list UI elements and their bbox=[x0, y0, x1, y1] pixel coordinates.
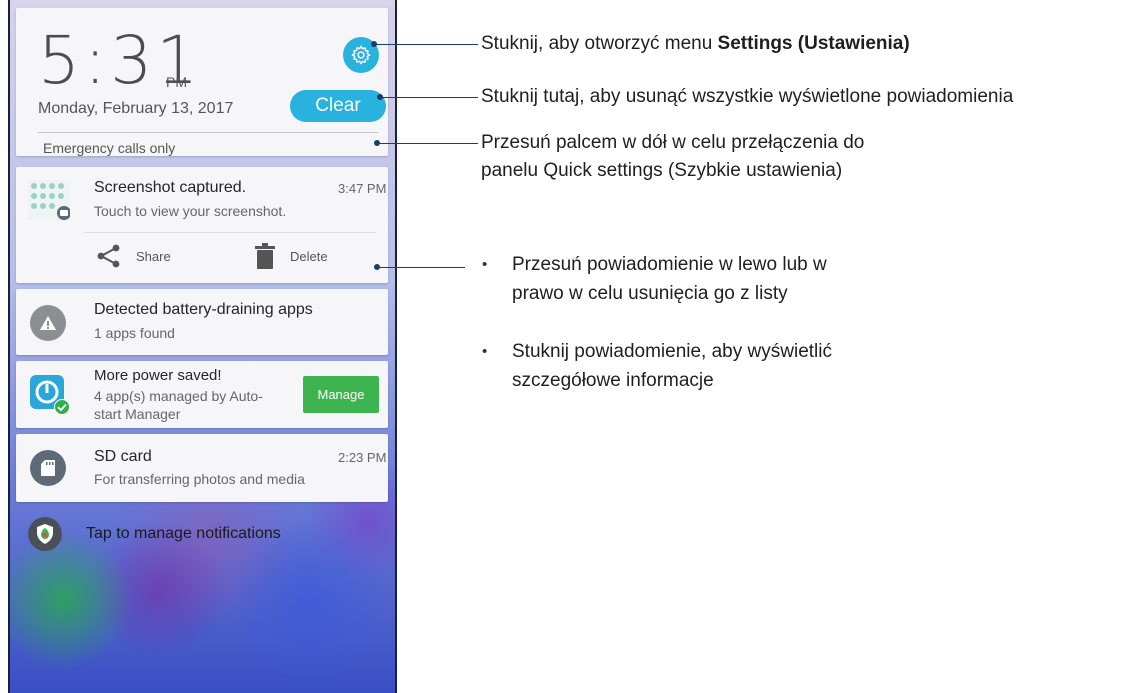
bullet-marker-1: • bbox=[482, 256, 488, 273]
gear-icon bbox=[351, 45, 371, 65]
notification-sd-card[interactable]: SD card For transferring photos and medi… bbox=[16, 434, 388, 502]
notification-subtitle-line2: start Manager bbox=[94, 406, 181, 422]
notification-title: SD card bbox=[94, 448, 152, 465]
share-action[interactable]: Share bbox=[96, 243, 196, 271]
shield-icon bbox=[37, 524, 53, 544]
callout-bullet2-line1: Stuknij powiadomienie, aby wyświetlić bbox=[512, 341, 832, 362]
trash-icon bbox=[255, 243, 275, 269]
callout-settings-bold: Settings (Ustawienia) bbox=[717, 33, 910, 54]
notification-time: 3:47 PM bbox=[338, 181, 387, 196]
callout-settings-prefix: Stuknij, aby otworzyć menu bbox=[481, 33, 718, 54]
phone-left-edge bbox=[8, 0, 10, 693]
battery-app-icon bbox=[30, 305, 66, 341]
notification-power[interactable]: More power saved! 4 app(s) managed by Au… bbox=[16, 361, 388, 428]
callout-line-settings bbox=[376, 44, 478, 45]
notification-subtitle: 1 apps found bbox=[94, 325, 175, 341]
check-badge-icon bbox=[54, 399, 70, 415]
sd-card-app-icon bbox=[30, 450, 66, 486]
notification-title: Detected battery-draining apps bbox=[94, 301, 313, 318]
share-label: Share bbox=[136, 249, 171, 264]
phone-right-edge bbox=[395, 0, 397, 693]
delete-label: Delete bbox=[290, 249, 328, 264]
clear-button[interactable]: Clear bbox=[290, 90, 386, 122]
delete-action[interactable]: Delete bbox=[254, 243, 354, 271]
callout-line-swipe bbox=[379, 143, 478, 144]
phone-screen: 5:31 PM Monday, February 13, 2017 Clear … bbox=[8, 0, 397, 693]
callout-swipe-line2: panelu Quick settings (Szybkie ustawieni… bbox=[481, 160, 843, 181]
notification-title: Screenshot captured. bbox=[94, 179, 247, 196]
emergency-label: Emergency calls only bbox=[43, 140, 176, 156]
manage-notifications-label: Tap to manage notifications bbox=[86, 525, 281, 542]
callout-settings: Stuknij, aby otworzyć menu Settings (Ust… bbox=[481, 31, 910, 57]
callout-bullet1-line1: Przesuń powiadomienie w lewo lub w bbox=[512, 254, 827, 275]
warning-icon bbox=[40, 316, 56, 330]
callout-line-notification bbox=[379, 267, 465, 268]
callout-swipe-line1: Przesuń palcem w dół w celu przełączenia… bbox=[481, 132, 865, 153]
notification-title: More power saved! bbox=[94, 367, 222, 384]
manage-notifications-row[interactable]: Tap to manage notifications bbox=[28, 517, 388, 553]
notification-subtitle: For transferring photos and media bbox=[94, 471, 305, 487]
callout-line-clear bbox=[382, 97, 478, 98]
actions-divider bbox=[84, 232, 376, 233]
screenshot-thumbnail-icon bbox=[28, 180, 71, 220]
callout-clear: Stuknij tutaj, aby usunąć wszystkie wyśw… bbox=[481, 86, 1014, 107]
power-app-icon bbox=[30, 375, 70, 415]
manage-button[interactable]: Manage bbox=[303, 376, 379, 413]
notification-subtitle-line1: 4 app(s) managed by Auto- bbox=[94, 388, 263, 404]
header-divider bbox=[38, 132, 378, 133]
callout-bullet1-line2: prawo w celu usunięcia go z listy bbox=[512, 283, 788, 304]
bullet-marker-2: • bbox=[482, 343, 488, 360]
clock-ampm: PM bbox=[166, 74, 187, 90]
notification-screenshot[interactable]: Screenshot captured. Touch to view your … bbox=[16, 167, 388, 283]
screenshot-thumbnail bbox=[28, 180, 71, 220]
notification-battery[interactable]: Detected battery-draining apps 1 apps fo… bbox=[16, 289, 388, 355]
notification-subtitle: Touch to view your screenshot. bbox=[94, 203, 287, 219]
sd-card-icon bbox=[41, 460, 55, 476]
notification-time: 2:23 PM bbox=[338, 450, 387, 465]
share-icon bbox=[97, 244, 120, 268]
callout-bullet2-line2: szczegółowe informacje bbox=[512, 370, 714, 391]
status-header: 5:31 PM Monday, February 13, 2017 Clear … bbox=[16, 8, 388, 156]
manage-notifications-icon bbox=[28, 517, 62, 551]
date-label: Monday, February 13, 2017 bbox=[38, 100, 234, 117]
